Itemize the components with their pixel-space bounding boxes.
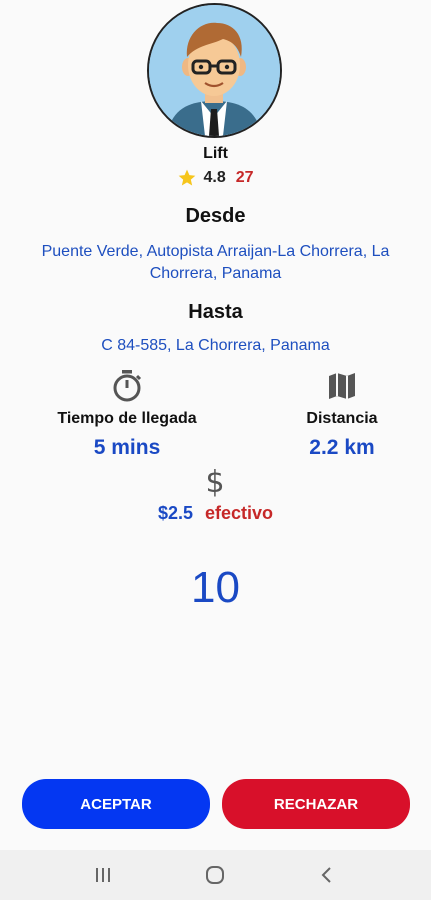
- distance-info: Distancia 2.2 km: [242, 368, 431, 460]
- dropoff-address: C 84-585, La Chorrera, Panama: [101, 337, 330, 354]
- recents-icon: [96, 868, 110, 882]
- rating-value: 4.8: [203, 169, 226, 186]
- arrival-time-info: Tiempo de llegada 5 mins: [27, 368, 227, 460]
- back-button[interactable]: [297, 850, 357, 900]
- pickup-address: Puente Verde, Autopista Arraijan-La Chor…: [41, 243, 390, 282]
- arrival-time-label: Tiempo de llegada: [57, 410, 197, 427]
- dollar-icon: $: [205, 465, 224, 498]
- system-nav-bar: [0, 850, 431, 900]
- reject-button[interactable]: RECHAZAR: [222, 779, 410, 829]
- distance-label: Distancia: [306, 410, 378, 427]
- dropoff-title: Hasta: [188, 301, 243, 323]
- back-icon: [321, 867, 331, 883]
- recents-button[interactable]: [73, 850, 133, 900]
- price-amount: $2.5: [157, 503, 193, 523]
- avatar: [147, 3, 282, 138]
- driver-avatar-illustration: [149, 5, 280, 136]
- price-row: $2.5 efectivo: [0, 503, 431, 524]
- trips-count: 27: [235, 169, 254, 186]
- home-icon: [206, 866, 224, 884]
- star-icon: [179, 169, 196, 186]
- map-icon: [329, 373, 355, 399]
- accept-button[interactable]: ACEPTAR: [22, 779, 210, 829]
- countdown-timer: 10: [191, 563, 240, 612]
- svg-text:$: $: [205, 465, 224, 498]
- driver-name: Lift: [203, 145, 228, 162]
- arrival-time-value: 5 mins: [93, 436, 161, 459]
- home-button[interactable]: [185, 850, 245, 900]
- distance-value: 2.2 km: [309, 436, 375, 459]
- stopwatch-icon: [113, 370, 142, 402]
- payment-method: efectivo: [205, 503, 274, 523]
- rating-row: 4.8 27: [0, 168, 431, 188]
- pickup-title: Desde: [185, 205, 246, 227]
